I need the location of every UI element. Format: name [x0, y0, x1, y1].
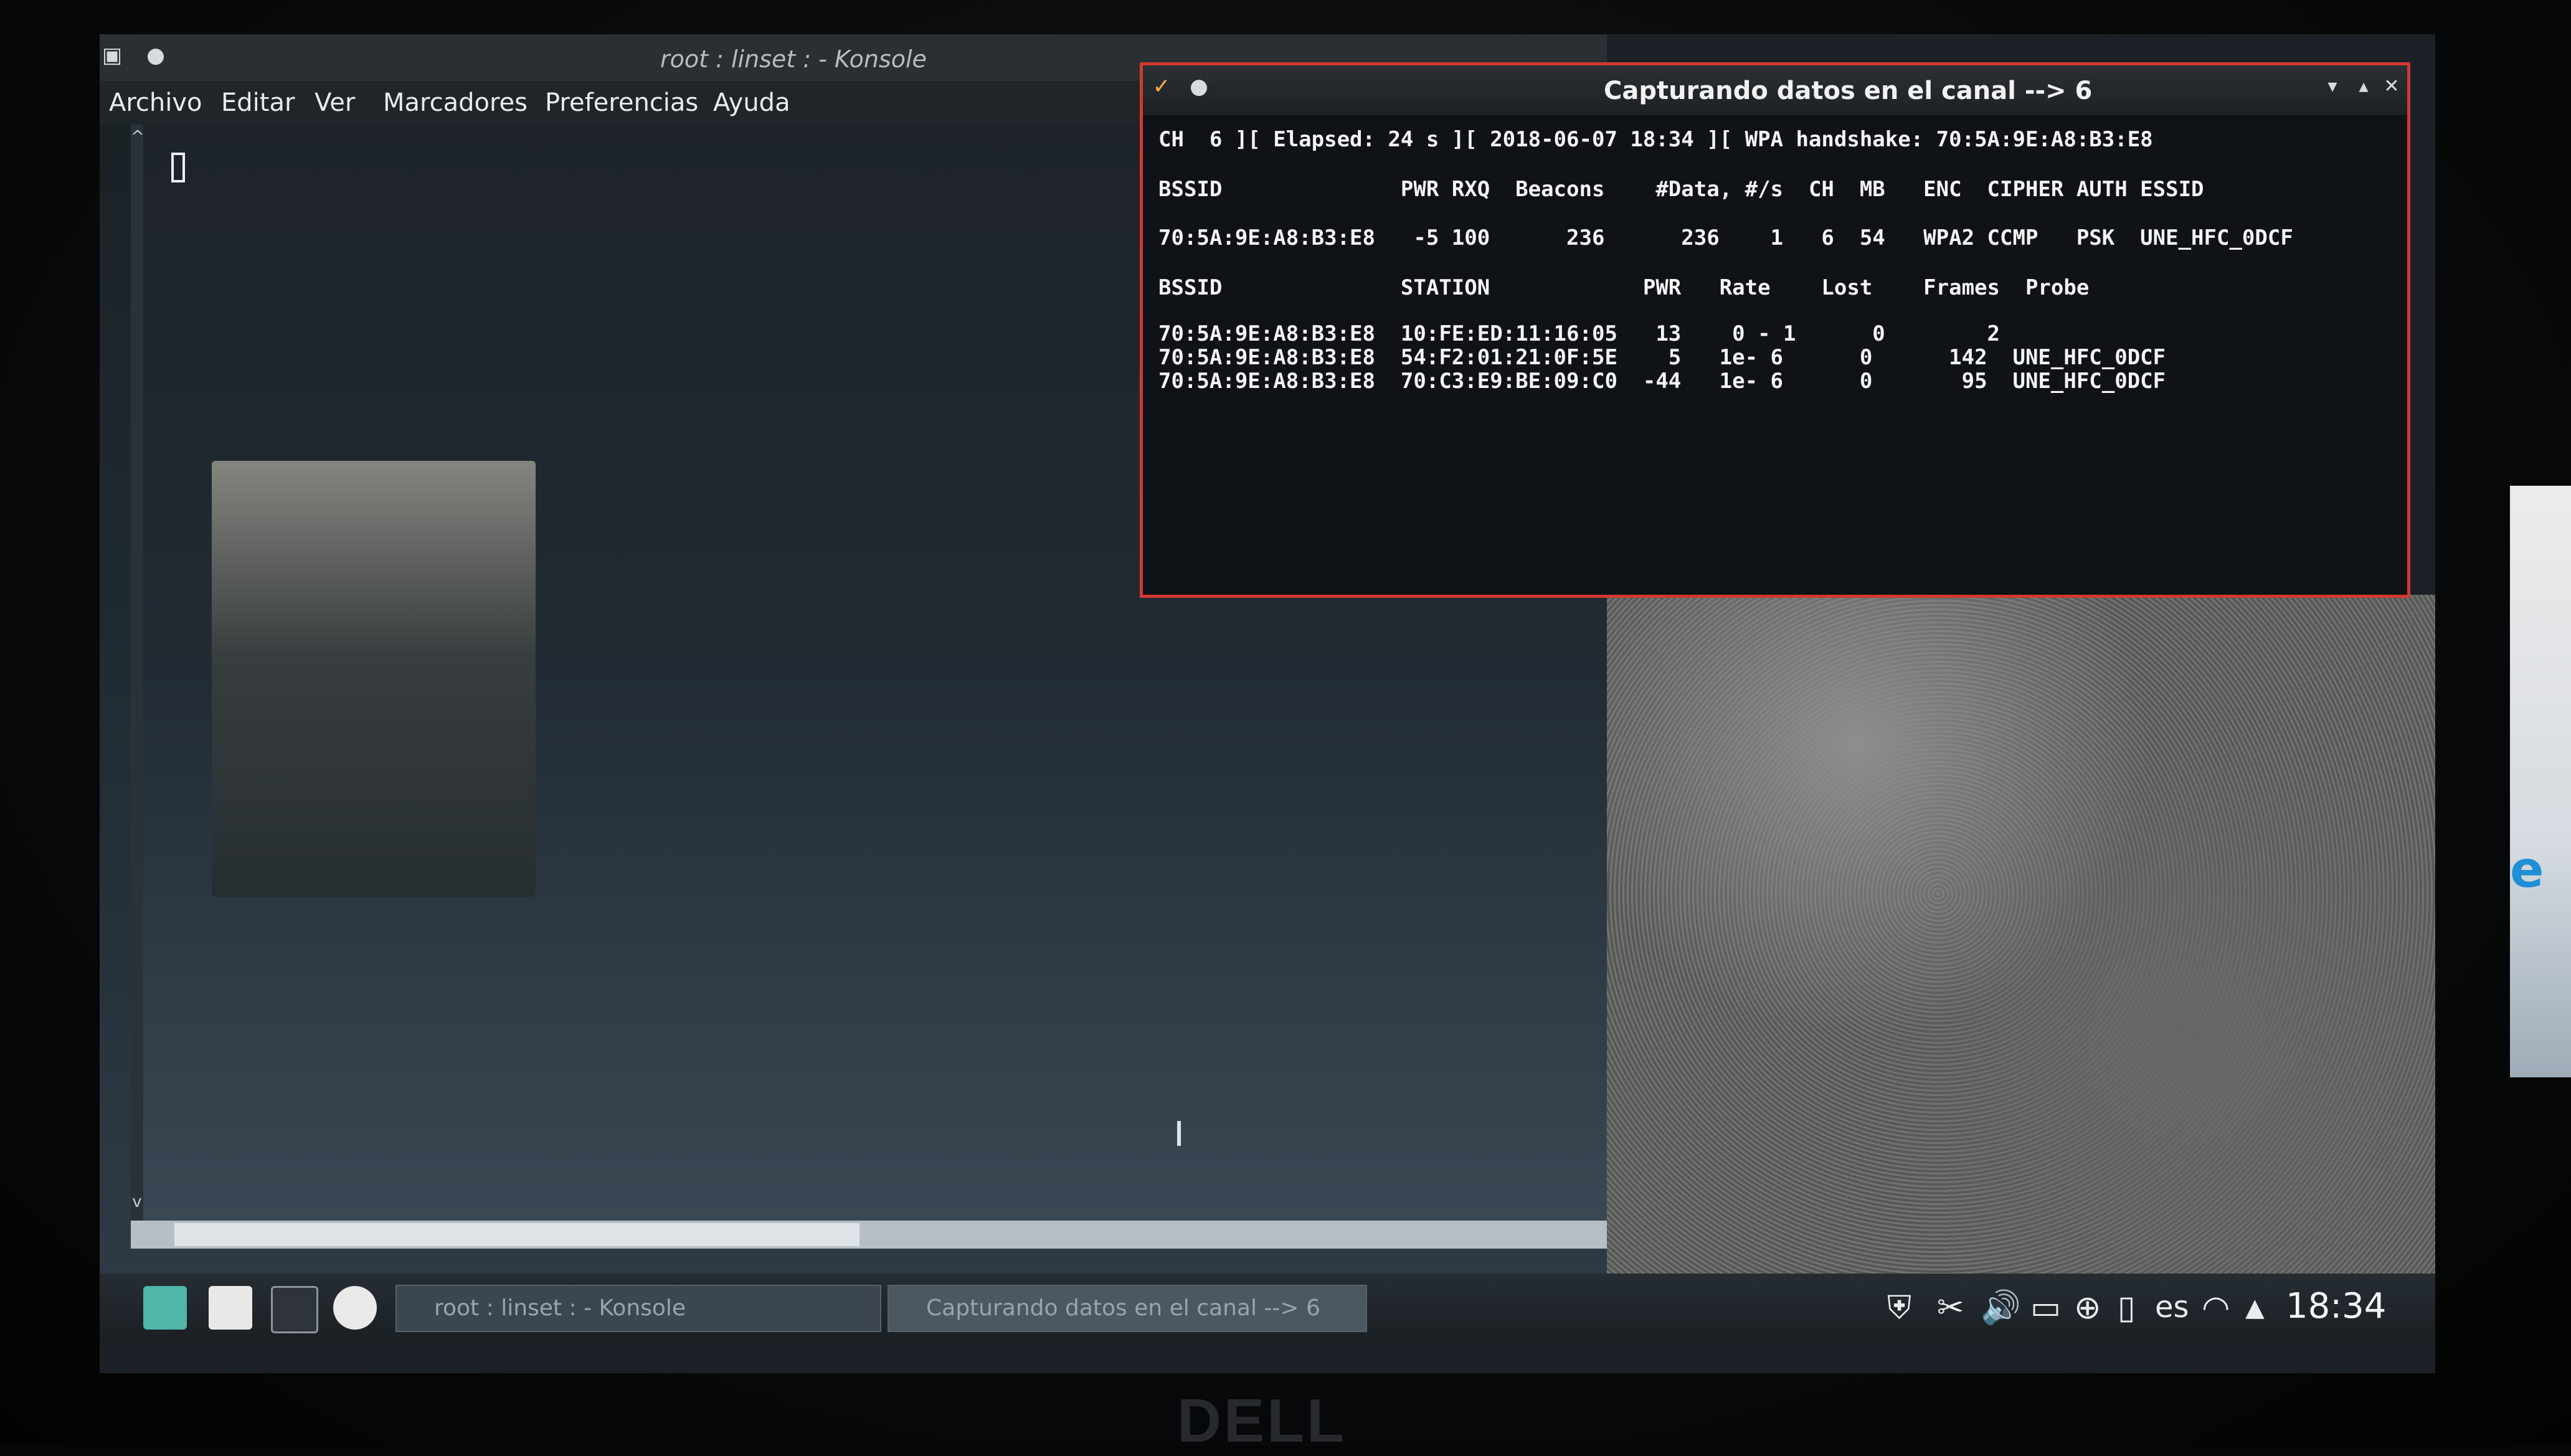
- app-icon[interactable]: ✓: [1149, 74, 1174, 99]
- battery-icon[interactable]: ▯: [2118, 1286, 2136, 1330]
- station-row: 70:5A:9E:A8:B3:E8 70:C3:E9:BE:09:C0 -44 …: [1158, 369, 2166, 394]
- mouse-pointer: [1177, 1121, 1181, 1146]
- menu-marcadores[interactable]: Marcadores: [383, 88, 528, 117]
- monitor-brand-logo: DELL: [1177, 1386, 1347, 1455]
- airodump-window: ✓ ● Capturando datos en el canal --> 6 ▾…: [1140, 62, 2410, 598]
- screen: ▣ ● root : linset : - Konsole Archivo Ed…: [100, 34, 2435, 1373]
- adjacent-screen: [2510, 486, 2571, 1077]
- airodump-titlebar[interactable]: ✓ ● Capturando datos en el canal --> 6 ▾…: [1143, 65, 2407, 115]
- scissors-icon[interactable]: ✂: [1937, 1286, 1964, 1330]
- airodump-title: Capturando datos en el canal --> 6: [1604, 77, 2093, 105]
- menu-ver[interactable]: Ver: [315, 88, 355, 117]
- scroll-up-icon[interactable]: ^: [131, 128, 144, 146]
- ap-row: 70:5A:9E:A8:B3:E8 -5 100 236 236 1 6 54 …: [1158, 225, 2293, 250]
- maximize-icon[interactable]: ▴: [2351, 74, 2376, 99]
- file-manager-icon[interactable]: [209, 1286, 252, 1330]
- keep-above-icon[interactable]: ●: [143, 43, 168, 68]
- status-line: CH 6 ][ Elapsed: 24 s ][ 2018-06-07 18:3…: [1158, 127, 2153, 152]
- screen-reflection: [212, 461, 536, 897]
- window-menu-icon[interactable]: ▣: [100, 43, 125, 68]
- station-row: 70:5A:9E:A8:B3:E8 10:FE:ED:11:16:05 13 0…: [1158, 321, 2000, 346]
- close-icon[interactable]: ✕: [2379, 74, 2404, 99]
- minimize-icon[interactable]: ▾: [2320, 74, 2345, 99]
- display-icon[interactable]: ▭: [2030, 1286, 2061, 1330]
- konsole-tabbar: [131, 1221, 1607, 1249]
- terminal-cursor: [171, 153, 185, 182]
- application-launcher-icon[interactable]: [143, 1286, 187, 1330]
- taskbar: root : linset : - Konsole Capturando dat…: [100, 1274, 2435, 1342]
- menu-preferencias[interactable]: Preferencias: [545, 88, 698, 117]
- shield-icon[interactable]: ⛨: [1887, 1286, 1911, 1330]
- keyboard-language[interactable]: es: [2155, 1290, 2189, 1325]
- keep-above-icon[interactable]: ●: [1186, 74, 1211, 99]
- wifi-icon[interactable]: ◠: [2202, 1286, 2230, 1330]
- task-konsole[interactable]: root : linset : - Konsole: [395, 1285, 881, 1332]
- browser-launcher-icon[interactable]: [333, 1286, 377, 1330]
- desktop-wallpaper: [1607, 595, 2435, 1342]
- task-airodump[interactable]: Capturando datos en el canal --> 6: [888, 1285, 1367, 1332]
- volume-icon[interactable]: 🔊: [1981, 1286, 2021, 1330]
- konsole-tab[interactable]: [174, 1223, 859, 1246]
- ap-table-header: BSSID PWR RXQ Beacons #Data, #/s CH MB E…: [1158, 177, 2204, 202]
- browser-icon: e: [2510, 841, 2544, 899]
- station-table-header: BSSID STATION PWR Rate Lost Frames Probe: [1158, 275, 2090, 300]
- terminal-launcher-icon[interactable]: [271, 1286, 318, 1333]
- menu-editar[interactable]: Editar: [221, 88, 295, 117]
- menu-archivo[interactable]: Archivo: [109, 88, 202, 117]
- konsole-scrollbar[interactable]: [131, 125, 143, 1221]
- menu-ayuda[interactable]: Ayuda: [713, 88, 790, 117]
- network-icon[interactable]: ⊕: [2074, 1286, 2101, 1330]
- scroll-down-icon[interactable]: v: [131, 1193, 143, 1211]
- konsole-title: root : linset : - Konsole: [660, 45, 927, 73]
- station-row: 70:5A:9E:A8:B3:E8 54:F2:01:21:0F:5E 5 1e…: [1158, 345, 2166, 370]
- arrow-up-icon[interactable]: ▲: [2245, 1286, 2265, 1330]
- clock[interactable]: 18:34: [2286, 1286, 2386, 1326]
- airodump-terminal[interactable]: CH 6 ][ Elapsed: 24 s ][ 2018-06-07 18:3…: [1143, 115, 2407, 595]
